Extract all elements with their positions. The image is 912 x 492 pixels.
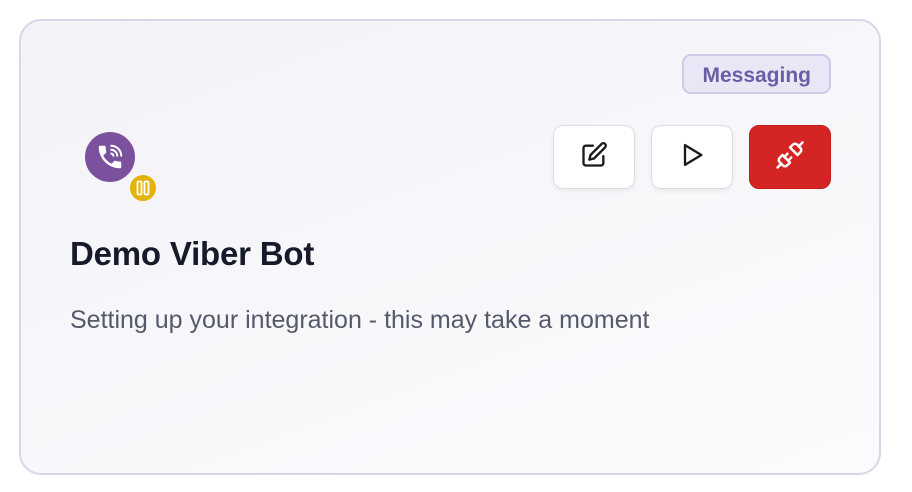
run-button[interactable]	[651, 125, 733, 189]
edit-icon	[580, 141, 608, 174]
play-icon	[678, 141, 706, 174]
disconnect-button[interactable]	[749, 125, 831, 189]
action-buttons	[553, 125, 831, 189]
integration-name: Demo Viber Bot	[70, 235, 315, 272]
pause-icon	[127, 172, 159, 204]
integration-avatar	[85, 132, 159, 204]
edit-button[interactable]	[553, 125, 635, 189]
status-message: Setting up your integration - this may t…	[70, 306, 650, 334]
integration-card: Messaging Demo Viber Bot Setting up your…	[19, 19, 881, 475]
category-badge: Messaging	[682, 54, 831, 94]
disconnect-plug-icon	[775, 140, 805, 175]
viber-icon	[85, 132, 135, 182]
